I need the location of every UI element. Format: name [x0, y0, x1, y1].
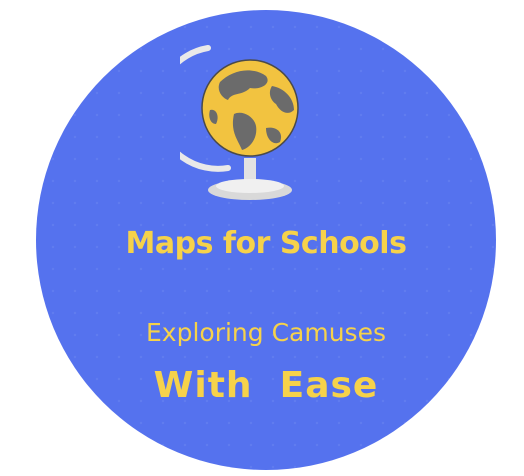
globe-icon — [180, 45, 299, 200]
logo-subtitle: Exploring Camuses — [146, 318, 386, 347]
logo-title: Maps for Schools — [125, 226, 407, 261]
logo-canvas: Maps for Schools Exploring Camuses With … — [0, 0, 524, 476]
logo-tagline: With Ease — [153, 365, 379, 406]
